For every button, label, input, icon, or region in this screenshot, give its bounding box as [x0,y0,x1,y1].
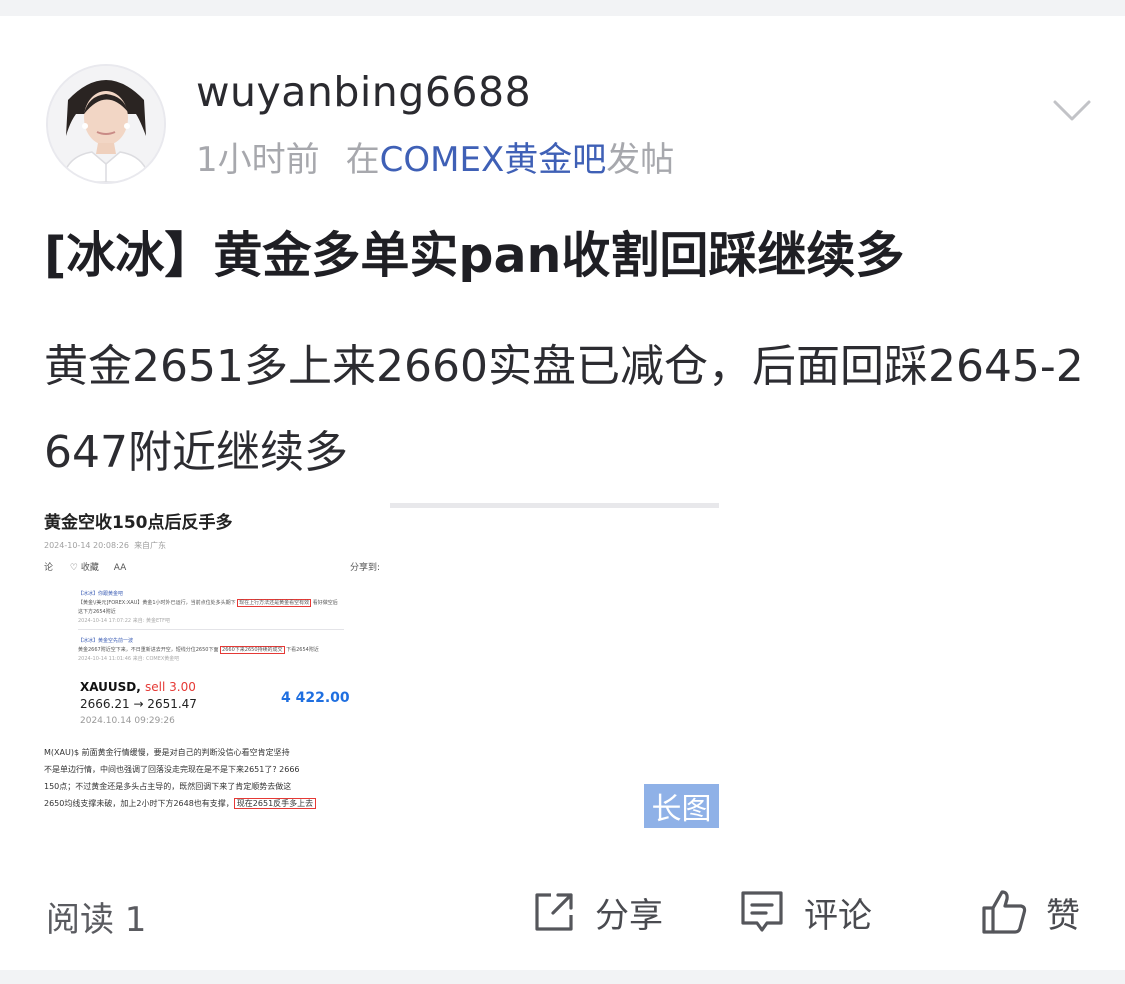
para-box: 现在2651反手多上去 [233,798,317,809]
quote1-box: 现在上行方法还是黄金看空有效 [237,599,312,607]
quote2-meta: 2024-10-14 11:01:46 来自: COMEX黄金吧 [78,656,180,662]
trade-header: XAUUSD, sell 3.00 [80,680,196,694]
post-time: 1小时前 [196,140,320,180]
like-label: 赞 [1046,895,1080,936]
quote1-meta: 2024-10-14 17:07:22 来自: 黄金ETF吧 [78,618,171,624]
post-image[interactable]: 黄金空收150点后反手多 2024-10-14 20:08:26 来自广东 论 … [44,504,384,822]
trade-time: 2024.10.14 09:29:26 [80,716,175,726]
post-meta: 1小时前 在COMEX黄金吧发帖 [196,132,674,181]
forum-link[interactable]: COMEX黄金吧 [380,140,607,180]
image-headline: 黄金空收150点后反手多 [44,513,233,533]
image-comment: 论 [44,563,54,573]
para-line-4: 2650均线支撑未破，加上2小时下方2648也有支撑， [44,799,234,808]
quote1-text: 【黄金\/美元]FOREX:XAU】黄金1小时外已运行，当前点位处多头期下 [78,600,236,606]
share-label: 分享 [595,895,663,936]
para-line-3: 150点；不过黄金还是多头占主导的，既然回调下来了肯定顺势去做这 [44,782,292,791]
username[interactable]: wuyanbing6688 [196,68,531,116]
post-title[interactable]: [冰冰】黄金多单实pan收割回踩继续多 [44,216,1094,287]
image-divider [78,629,344,630]
trade-prices: 2666.21 → 2651.47 [80,697,197,711]
image-date-row: 2024-10-14 20:08:26 来自广东 [44,540,166,551]
long-image-badge[interactable]: 长图 [644,784,719,828]
image-toolbar: 论 ♡ 收藏 AA 分享到: [44,560,380,573]
share-button[interactable]: 分享 [531,884,663,940]
image-quote-2: 【冰冰】黄金空先前一波 黄金2667附近空下来，不日重新进去开空，短线分位265… [78,637,344,664]
forum-prefix: 在 [345,140,380,180]
trade-side: sell 3.00 [145,680,196,694]
quote1-tail2: 这下方2654附近 [78,609,116,615]
quote2-text: 黄金2667附近空下来，不日重新进去开空，短线分位2650下面 [78,647,219,653]
image-paragraph: M(XAU)$ 前面黄金行情缓慢，要是对自己的判断没信心看空肯定坚持 不是单边行… [44,744,384,812]
para-line-1: M(XAU)$ 前面黄金行情缓慢，要是对自己的判断没信心看空肯定坚持 [44,748,290,757]
share-icon [535,893,573,931]
image-fontsize: AA [113,563,127,573]
quote1-tail: 看好做空后 [312,600,338,606]
like-button[interactable]: 赞 [980,884,1080,940]
chevron-down-icon[interactable] [1052,98,1092,124]
image-favorite: 收藏 [80,563,99,573]
image-loading-bar [390,503,719,508]
comment-icon [741,891,783,932]
read-count: 阅读 1 [46,900,147,940]
comment-label: 评论 [804,895,872,936]
heart-icon: ♡ [69,563,78,573]
quote2-box: 2660下来2650持续的成交 [220,646,285,654]
post-body[interactable]: 黄金2651多上来2660实盘已减仓，后面回踩2645-2647附近继续多 [44,324,1084,496]
quote2-tail: 下看2654附近 [286,647,319,653]
trade-symbol: XAUUSD, [80,680,141,694]
post-card: wuyanbing6688 1小时前 在COMEX黄金吧发帖 [冰冰】黄金多单实p… [0,16,1125,970]
quote2-title: 【冰冰】黄金空先前一波 [78,638,134,644]
forum-suffix: 发帖 [606,140,675,180]
image-quote-1: 【冰冰】你跟黄金吧 【黄金\/美元]FOREX:XAU】黄金1小时外已运行，当前… [78,590,344,626]
quote1-title: 【冰冰】你跟黄金吧 [78,591,124,597]
trade-profit: 4 422.00 [281,690,350,706]
image-share-to: 分享到: [349,563,380,573]
avatar[interactable] [46,64,166,184]
thumbs-up-icon [982,890,1027,934]
image-location: 来自广东 [134,541,167,550]
para-line-2: 不是单边行情，中间也强调了回落没走完现在是不是下来2651了? 2666 [44,765,300,774]
comment-button[interactable]: 评论 [738,884,872,940]
image-date: 2024-10-14 20:08:26 [44,541,129,550]
